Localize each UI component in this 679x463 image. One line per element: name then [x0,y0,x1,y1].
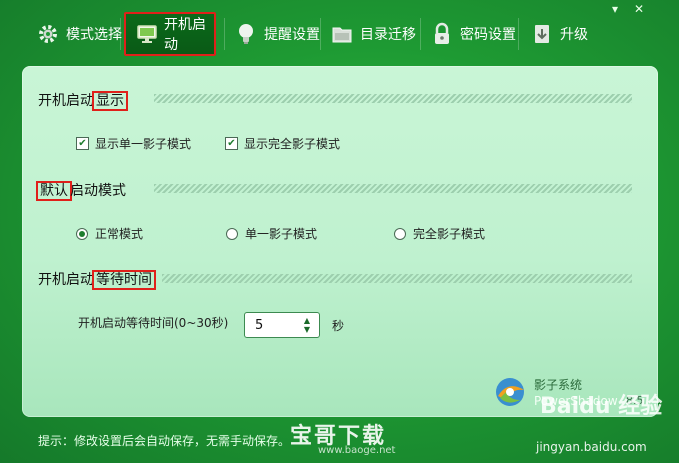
wait-time-unit: 秒 [332,319,345,333]
checkbox-show-single-shadow[interactable]: ✔ 显示单一影子模式 [76,135,191,152]
shadow-logo-icon [496,378,524,406]
checkbox-checked-icon: ✔ [76,137,89,150]
tab-divider [320,18,321,50]
tab-mode-select[interactable]: 模式选择 [36,12,122,56]
tab-label: 目录迁移 [360,27,416,43]
section-divider [154,184,632,193]
tab-label: 升级 [560,27,588,43]
tab-password[interactable]: 密码设置 [430,12,516,56]
radio-full-shadow-mode[interactable]: 完全影子模式 [394,225,485,242]
tab-label: 模式选择 [66,27,122,43]
gear-icon [36,22,60,46]
tab-label: 密码设置 [460,27,516,43]
radio-single-shadow-mode[interactable]: 单一影子模式 [226,225,317,242]
radio-label: 正常模式 [95,227,144,241]
footer-hint: 提示：修改设置后会自动保存，无需手动保存。 [38,434,291,448]
tab-divider [224,18,225,50]
wait-time-value[interactable]: 5 [255,318,299,333]
radio-normal-mode[interactable]: 正常模式 [76,225,143,242]
settings-panel: 开机启动 显示 ✔ 显示单一影子模式 ✔ 显示完全影子模式 默认 启动模式 正常模式… [22,66,658,417]
wait-time-stepper[interactable]: 5 ▲ ▼ [244,312,320,338]
highlight-box: 等待时间 [92,270,156,290]
tab-label: 开机启动 [164,17,206,53]
tab-dir-migrate[interactable]: 目录迁移 [330,12,416,56]
tab-upgrade[interactable]: 升级 [530,12,588,56]
watermark-baidu-url: jingyan.baidu.com [536,440,647,454]
upgrade-icon [530,22,554,46]
lock-icon [430,22,454,46]
tab-divider [120,18,121,50]
checkbox-label: 显示完全影子模式 [244,137,341,151]
highlight-box: 默认 [36,181,72,201]
radio-empty-icon [394,227,406,240]
title-part: 启动模式 [70,183,126,199]
section-divider [162,274,632,283]
tab-label: 提醒设置 [264,27,320,43]
stepper-down-icon[interactable]: ▼ [304,325,310,334]
section-divider [154,94,632,103]
wait-time-label: 开机启动等待时间(0~30秒) [78,316,229,330]
bulb-icon [234,22,258,46]
highlight-box: 显示 [92,91,128,111]
checkbox-show-full-shadow[interactable]: ✔ 显示完全影子模式 [225,135,340,152]
monitor-icon [136,22,158,46]
tab-startup[interactable]: 开机启动 [124,12,216,56]
radio-empty-icon [226,227,238,240]
watermark-site-url: www.baoge.net [318,445,396,456]
watermark-baidu-logo: Baidu 经验 [540,394,663,419]
tab-divider [518,18,519,50]
section-title-default-mode: 默认 启动模式 [36,180,126,201]
radio-label: 单一影子模式 [245,227,318,241]
section-title-wait-time: 开机启动 等待时间 [38,269,156,290]
checkbox-checked-icon: ✔ [225,137,238,150]
toolbar: 模式选择 开机启动 提醒设置 目录迁移 密码设置 升级 [28,12,668,58]
title-part: 开机启动 [38,93,94,109]
folder-icon [330,22,354,46]
radio-selected-icon [76,227,88,240]
title-part: 开机启动 [38,272,94,288]
tab-reminder[interactable]: 提醒设置 [234,12,320,56]
section-title-display: 开机启动 显示 [38,90,128,111]
stepper-up-icon[interactable]: ▲ [304,316,310,325]
brand-block: 影子系统 PowerShadow 8.5 [490,372,644,416]
radio-label: 完全影子模式 [413,227,486,241]
tab-divider [420,18,421,50]
app-window: ▾ ✕ 模式选择 开机启动 提醒设置 目录迁移 密码设置 升级 开机启动 显示 … [0,0,679,463]
checkbox-label: 显示单一影子模式 [95,137,192,151]
stepper-arrows: ▲ ▼ [299,314,315,336]
